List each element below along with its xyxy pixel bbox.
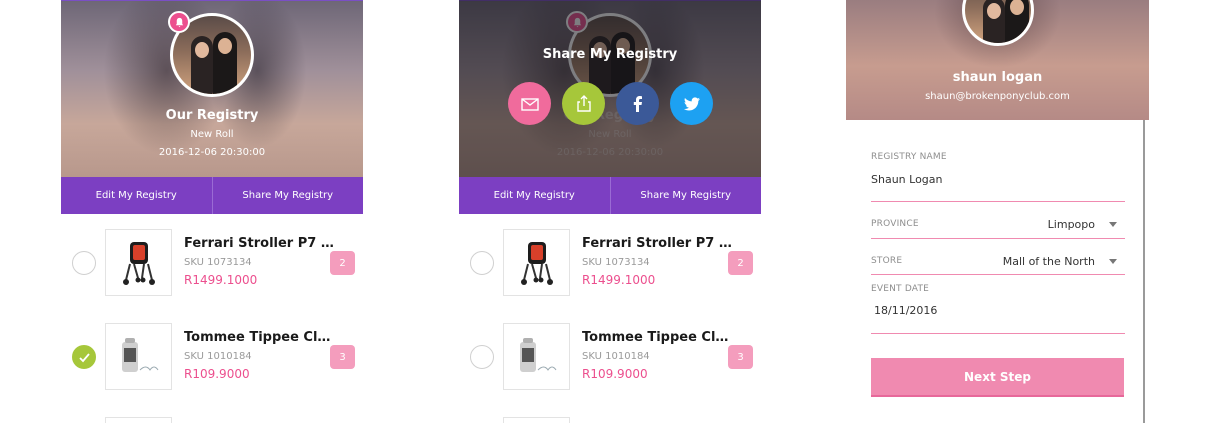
share-options [508, 82, 713, 125]
chevron-down-icon[interactable] [1109, 258, 1117, 264]
stroller-icon [521, 242, 553, 285]
registry-subtitle: New Roll [190, 129, 234, 140]
notification-bell-icon[interactable] [168, 11, 190, 33]
registry-card-1: Our Registry New Roll 2016-12-06 20:30:0… [61, 0, 363, 423]
item-price: R109.9000 [184, 367, 250, 381]
item-sku: SKU 1010184 [184, 351, 252, 362]
create-registry-form: shaun logan shaun@brokenponyclub.com REG… [846, 0, 1149, 423]
province-value[interactable]: Limpopo [966, 218, 1109, 231]
item-sku: SKU 1010184 [582, 351, 650, 362]
avatar [961, 0, 1034, 46]
profile-email: shaun@brokenponyclub.com [925, 91, 1070, 102]
list-item[interactable]: Tommee Tippee Clo... SKU 1010184 R109.90… [459, 323, 761, 391]
registry-actions: Edit My Registry Share My Registry [459, 177, 761, 214]
registry-header: Our Registry New Roll 2016-12-06 20:30:0… [61, 0, 363, 177]
product-image [503, 323, 570, 390]
profile-header: shaun logan shaun@brokenponyclub.com [846, 0, 1149, 120]
registry-header: Our Registry New Roll 2016-12-06 20:30:0… [459, 0, 761, 177]
share-overlay-title: Share My Registry [542, 47, 678, 62]
share-registry-button[interactable]: Share My Registry [211, 177, 364, 214]
share-icon[interactable] [562, 82, 605, 125]
registry-name-label: REGISTRY NAME [871, 152, 947, 162]
profile-name: shaun logan [952, 70, 1043, 85]
quantity-badge[interactable]: 3 [728, 345, 753, 369]
product-image [503, 229, 570, 296]
scrollbar[interactable] [1143, 120, 1145, 423]
item-price: R1499.1000 [184, 273, 258, 287]
event-date-label: EVENT DATE [871, 284, 930, 294]
event-date-value[interactable]: 18/11/2016 [874, 304, 1125, 317]
registry-title: Our Registry [165, 108, 259, 123]
item-sku: SKU 1073134 [184, 257, 252, 268]
item-sku: SKU 1073134 [582, 257, 650, 268]
registry-date: 2016-12-06 20:30:00 [158, 147, 266, 158]
list-item-partial [503, 417, 570, 423]
registry-name-field[interactable]: REGISTRY NAME Shaun Logan [871, 152, 1125, 202]
list-item[interactable]: Ferrari Stroller P7 Su... SKU 1073134 R1… [459, 229, 761, 297]
next-step-button[interactable]: Next Step [871, 358, 1124, 397]
list-item-partial [105, 417, 172, 423]
registry-card-2: Our Registry New Roll 2016-12-06 20:30:0… [459, 0, 761, 423]
registry-name-value[interactable]: Shaun Logan [871, 173, 1125, 186]
item-name: Ferrari Stroller P7 Su... [184, 236, 334, 251]
quantity-badge[interactable]: 3 [330, 345, 355, 369]
store-label: STORE [871, 256, 903, 266]
item-checkbox[interactable] [470, 345, 494, 369]
province-label: PROVINCE [871, 219, 919, 229]
twitter-icon[interactable] [670, 82, 713, 125]
bottle-set-icon [122, 338, 159, 372]
item-name: Ferrari Stroller P7 Su... [582, 236, 732, 251]
quantity-badge[interactable]: 2 [728, 251, 753, 275]
item-price: R1499.1000 [582, 273, 656, 287]
product-image [105, 229, 172, 296]
event-date-field[interactable]: EVENT DATE 18/11/2016 [871, 284, 1125, 334]
registry-subtitle: New Roll [588, 129, 632, 140]
product-image [105, 323, 172, 390]
facebook-icon[interactable] [616, 82, 659, 125]
email-icon[interactable] [508, 82, 551, 125]
list-item[interactable]: Tommee Tippee Clo... SKU 1010184 R109.90… [61, 323, 363, 391]
item-price: R109.9000 [582, 367, 648, 381]
bottle-set-icon [520, 338, 557, 372]
quantity-badge[interactable]: 2 [330, 251, 355, 275]
item-name: Tommee Tippee Clo... [582, 330, 732, 345]
edit-registry-button[interactable]: Edit My Registry [61, 177, 212, 214]
item-checkbox[interactable] [470, 251, 494, 275]
checkmark-icon [79, 353, 90, 363]
item-name: Tommee Tippee Clo... [184, 330, 334, 345]
chevron-down-icon[interactable] [1109, 221, 1117, 227]
province-select[interactable]: PROVINCE Limpopo [871, 210, 1125, 239]
item-checkbox[interactable] [72, 345, 96, 369]
registry-actions: Edit My Registry Share My Registry [61, 177, 363, 214]
list-item[interactable]: Ferrari Stroller P7 Su... SKU 1073134 R1… [61, 229, 363, 297]
registry-date: 2016-12-06 20:30:00 [556, 147, 664, 158]
stroller-icon [123, 242, 155, 285]
store-select[interactable]: STORE Mall of the North [871, 248, 1125, 275]
edit-registry-button[interactable]: Edit My Registry [459, 177, 610, 214]
item-checkbox[interactable] [72, 251, 96, 275]
store-value[interactable]: Mall of the North [966, 255, 1109, 268]
share-registry-button[interactable]: Share My Registry [609, 177, 762, 214]
notification-bell-icon [566, 11, 588, 33]
